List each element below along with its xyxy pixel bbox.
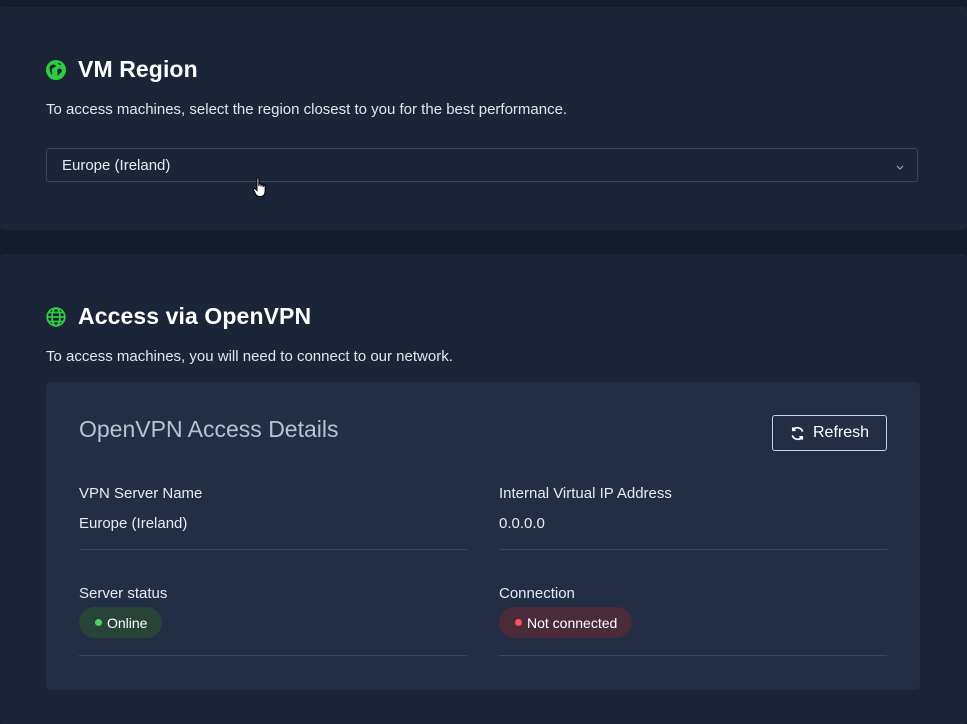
openvpn-title: Access via OpenVPN (78, 303, 312, 329)
server-status-label: Server status (79, 585, 168, 602)
refresh-button[interactable]: Refresh (772, 415, 887, 451)
vpn-server-name-field: VPN Server Name Europe (Ireland) (79, 485, 467, 550)
server-status-field: Server status Online (79, 585, 467, 656)
status-dot-icon (95, 619, 102, 626)
vpn-server-name-value: Europe (Ireland) (79, 515, 188, 532)
status-dot-icon (515, 619, 522, 626)
openvpn-card: Access via OpenVPN To access machines, y… (0, 254, 967, 724)
internal-ip-field: Internal Virtual IP Address 0.0.0.0 (499, 485, 887, 550)
internal-ip-label: Internal Virtual IP Address (499, 485, 672, 502)
divider (79, 549, 467, 550)
connection-status-value: Not connected (527, 614, 618, 631)
divider (499, 655, 887, 656)
connection-label: Connection (499, 585, 575, 602)
vm-region-card: VM Region To access machines, select the… (0, 7, 967, 230)
server-status-value: Online (107, 614, 148, 631)
globe-grid-icon (46, 306, 66, 327)
vpn-server-name-label: VPN Server Name (79, 485, 203, 502)
refresh-label: Refresh (812, 424, 870, 441)
openvpn-header: Access via OpenVPN (46, 303, 311, 330)
globe-americas-icon (46, 59, 66, 80)
hand-cursor-icon (252, 177, 270, 199)
vm-region-title: VM Region (78, 56, 198, 82)
region-select-value: Europe (Ireland) (62, 156, 171, 174)
connection-field: Connection Not connected (499, 585, 887, 656)
region-select[interactable]: Europe (Ireland) (46, 148, 918, 182)
connection-status-badge: Not connected (499, 607, 633, 638)
internal-ip-value: 0.0.0.0 (499, 515, 545, 532)
vm-region-header: VM Region (46, 56, 198, 83)
vm-region-description: To access machines, select the region cl… (46, 101, 568, 118)
openvpn-details-title: OpenVPN Access Details (79, 416, 339, 442)
divider (499, 549, 887, 550)
server-status-badge: Online (79, 607, 163, 638)
refresh-icon (790, 426, 805, 441)
chevron-down-icon (895, 159, 905, 170)
openvpn-description: To access machines, you will need to con… (46, 348, 453, 365)
openvpn-details-panel: OpenVPN Access Details Refresh VPN Serve… (46, 382, 920, 690)
divider (79, 655, 467, 656)
